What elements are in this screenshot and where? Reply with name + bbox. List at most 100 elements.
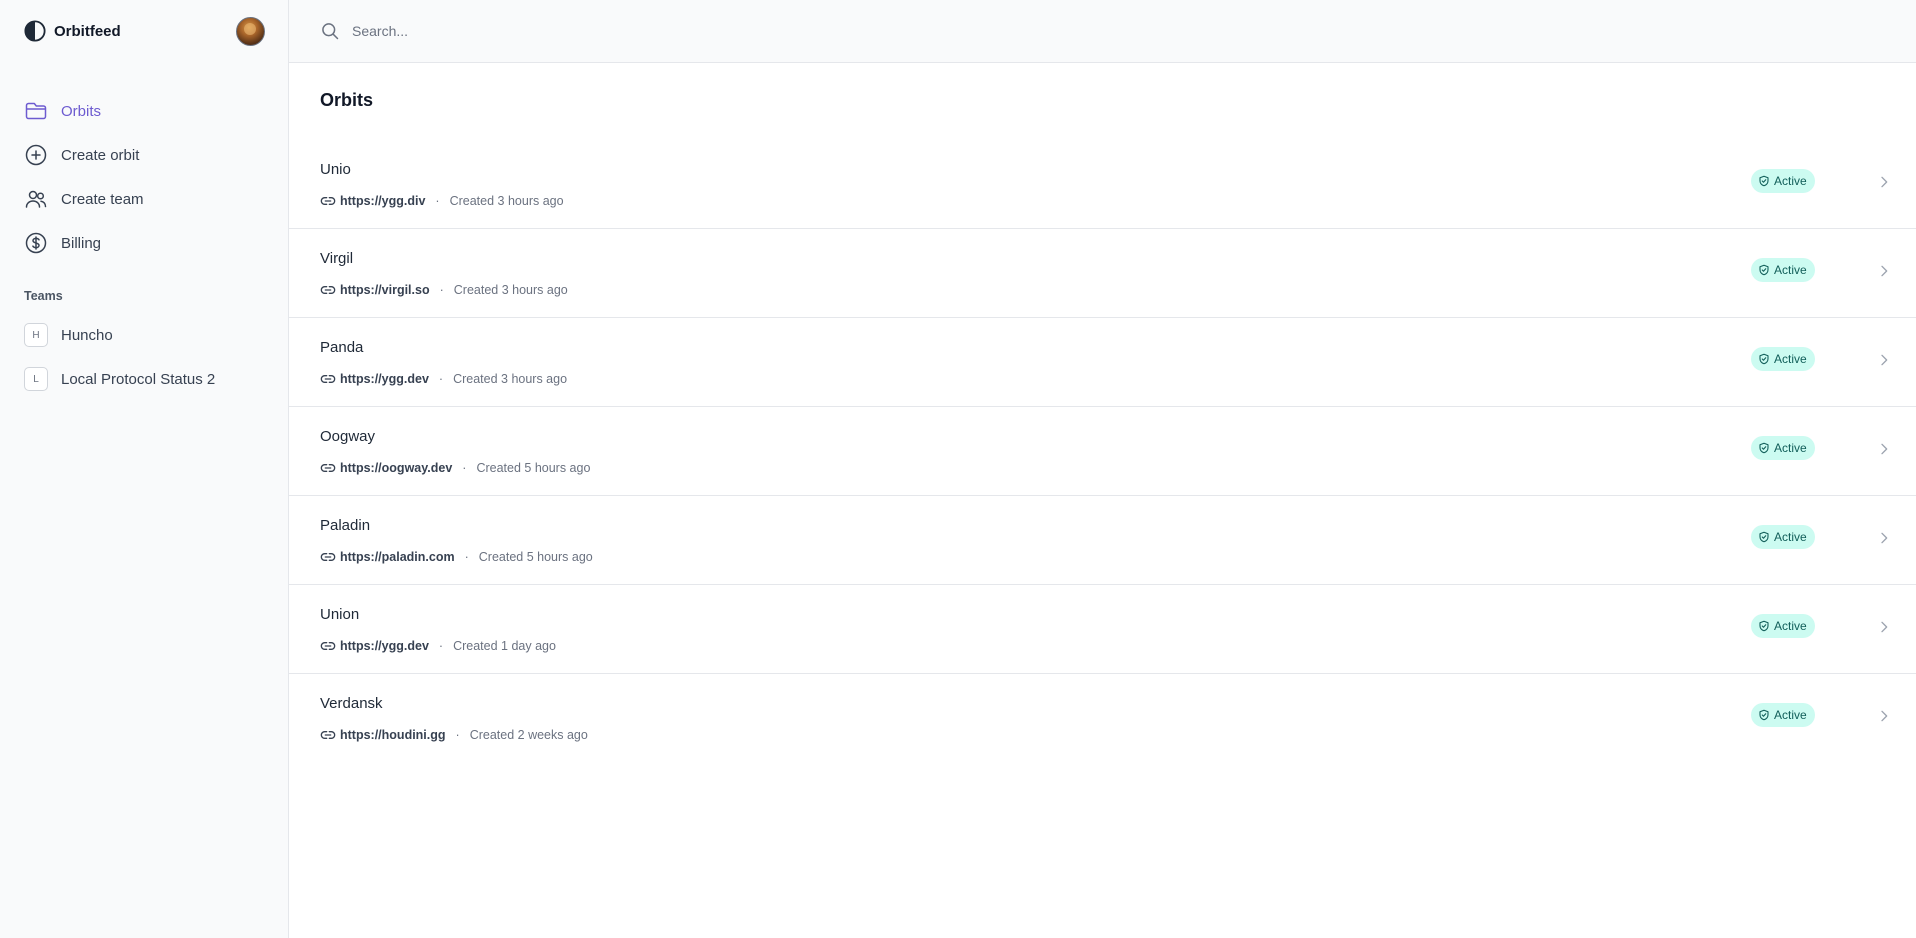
- nav-item-create-orbit[interactable]: Create orbit: [24, 133, 266, 177]
- status-label: Active: [1774, 530, 1807, 544]
- meta-separator: ·: [438, 372, 444, 386]
- orbit-row[interactable]: Panda https://ygg.dev · Created 3 hours …: [289, 318, 1916, 407]
- team-initial-badge: L: [24, 367, 48, 391]
- orbit-meta: https://virgil.so · Created 3 hours ago: [320, 282, 568, 298]
- chevron-right-icon: [1881, 532, 1888, 544]
- status-badge: Active: [1751, 347, 1815, 371]
- orbit-row[interactable]: Union https://ygg.dev · Created 1 day ag…: [289, 585, 1916, 674]
- orbit-meta: https://paladin.com · Created 5 hours ag…: [320, 549, 593, 565]
- plus-circle-icon: [25, 144, 47, 166]
- main-content: Orbits Unio https://ygg.div · Created 3 …: [289, 0, 1916, 938]
- status-label: Active: [1774, 174, 1807, 188]
- sidebar: Orbitfeed Orbits Create orbit Create tea…: [0, 0, 289, 938]
- orbit-name: Oogway: [320, 428, 376, 445]
- top-search-bar: [289, 0, 1916, 63]
- search-icon: [322, 23, 339, 40]
- status-label: Active: [1774, 619, 1807, 633]
- team-name: Local Protocol Status 2: [61, 370, 216, 388]
- team-initial-badge: H: [24, 323, 48, 347]
- user-avatar[interactable]: [236, 17, 265, 46]
- orbit-url[interactable]: https://houdini.gg: [340, 728, 446, 742]
- shield-check-icon: [1759, 175, 1769, 187]
- link-icon: [320, 464, 336, 472]
- status-label: Active: [1774, 352, 1807, 366]
- team-item-huncho[interactable]: H Huncho: [24, 313, 266, 357]
- dollar-circle-icon: [25, 232, 47, 254]
- shield-check-icon: [1759, 620, 1769, 632]
- meta-separator: ·: [438, 639, 444, 653]
- meta-separator: ·: [455, 728, 460, 742]
- nav-item-billing[interactable]: Billing: [24, 221, 266, 265]
- orbit-url[interactable]: https://ygg.dev: [340, 639, 429, 653]
- orbit-name: Paladin: [320, 517, 371, 534]
- main-nav: Orbits Create orbit Create team Billing: [24, 89, 266, 265]
- status-badge: Active: [1751, 525, 1815, 549]
- search-input[interactable]: [352, 23, 952, 39]
- orbit-row[interactable]: Paladin https://paladin.com · Created 5 …: [289, 496, 1916, 585]
- brand-name: Orbitfeed: [54, 22, 121, 40]
- orbit-url[interactable]: https://ygg.div: [340, 194, 425, 208]
- nav-item-label: Create orbit: [61, 146, 140, 164]
- status-label: Active: [1774, 708, 1807, 722]
- nav-item-create-team[interactable]: Create team: [24, 177, 266, 221]
- orbit-name: Virgil: [320, 250, 354, 267]
- orbit-row[interactable]: Oogway https://oogway.dev · Created 5 ho…: [289, 407, 1916, 496]
- orbit-row[interactable]: Virgil https://virgil.so · Created 3 hou…: [289, 229, 1916, 318]
- nav-item-orbits[interactable]: Orbits: [24, 89, 266, 133]
- status-label: Active: [1774, 441, 1807, 455]
- folder-icon: [25, 102, 47, 120]
- page-title: Orbits: [320, 90, 374, 110]
- teams-heading: Teams: [24, 289, 63, 303]
- status-badge: Active: [1751, 436, 1815, 460]
- link-icon: [320, 197, 336, 205]
- shield-check-icon: [1759, 709, 1769, 721]
- shield-check-icon: [1759, 264, 1769, 276]
- orbit-url[interactable]: https://virgil.so: [340, 283, 430, 297]
- orbit-meta: https://ygg.div · Created 3 hours ago: [320, 193, 564, 209]
- chevron-right-icon: [1881, 265, 1888, 277]
- status-label: Active: [1774, 263, 1807, 277]
- half-circle-logo-icon: [24, 20, 46, 42]
- link-icon: [320, 642, 336, 650]
- orbit-meta: https://ygg.dev · Created 3 hours ago: [320, 371, 567, 387]
- link-icon: [320, 553, 336, 561]
- nav-item-label: Create team: [61, 190, 144, 208]
- chevron-right-icon: [1881, 621, 1888, 633]
- orbit-meta: https://ygg.dev · Created 1 day ago: [320, 638, 556, 654]
- teams-list: H Huncho L Local Protocol Status 2: [24, 313, 266, 401]
- orbit-created: Created 3 hours ago: [449, 194, 564, 208]
- chevron-right-icon: [1881, 354, 1888, 366]
- status-badge: Active: [1751, 614, 1815, 638]
- orbit-meta: https://houdini.gg · Created 2 weeks ago: [320, 727, 588, 743]
- meta-separator: ·: [435, 194, 440, 208]
- link-icon: [320, 375, 336, 383]
- status-badge: Active: [1751, 169, 1815, 193]
- orbit-row[interactable]: Unio https://ygg.div · Created 3 hours a…: [289, 140, 1916, 229]
- meta-separator: ·: [462, 461, 467, 475]
- orbit-created: Created 3 hours ago: [453, 283, 568, 297]
- link-icon: [320, 731, 336, 739]
- orbit-url[interactable]: https://oogway.dev: [340, 461, 452, 475]
- chevron-right-icon: [1881, 176, 1888, 188]
- brand[interactable]: Orbitfeed: [24, 20, 121, 42]
- orbit-created: Created 1 day ago: [453, 639, 556, 653]
- chevron-right-icon: [1881, 443, 1888, 455]
- team-item-local-protocol-status-2[interactable]: L Local Protocol Status 2: [24, 357, 266, 401]
- orbit-created: Created 2 weeks ago: [469, 728, 588, 742]
- orbit-url[interactable]: https://paladin.com: [340, 550, 455, 564]
- status-badge: Active: [1751, 258, 1815, 282]
- chevron-right-icon: [1881, 710, 1888, 722]
- nav-item-label: Orbits: [61, 102, 102, 120]
- orbit-name: Union: [320, 606, 360, 623]
- orbit-row[interactable]: Verdansk https://houdini.gg · Created 2 …: [289, 674, 1916, 763]
- shield-check-icon: [1759, 531, 1769, 543]
- orbit-name: Verdansk: [320, 695, 383, 712]
- orbit-name: Unio: [320, 161, 351, 178]
- shield-check-icon: [1759, 353, 1769, 365]
- orbit-url[interactable]: https://ygg.dev: [340, 372, 429, 386]
- users-icon: [25, 190, 47, 208]
- orbit-created: Created 5 hours ago: [478, 550, 593, 564]
- orbit-created: Created 5 hours ago: [476, 461, 591, 475]
- meta-separator: ·: [439, 283, 444, 297]
- link-icon: [320, 286, 336, 294]
